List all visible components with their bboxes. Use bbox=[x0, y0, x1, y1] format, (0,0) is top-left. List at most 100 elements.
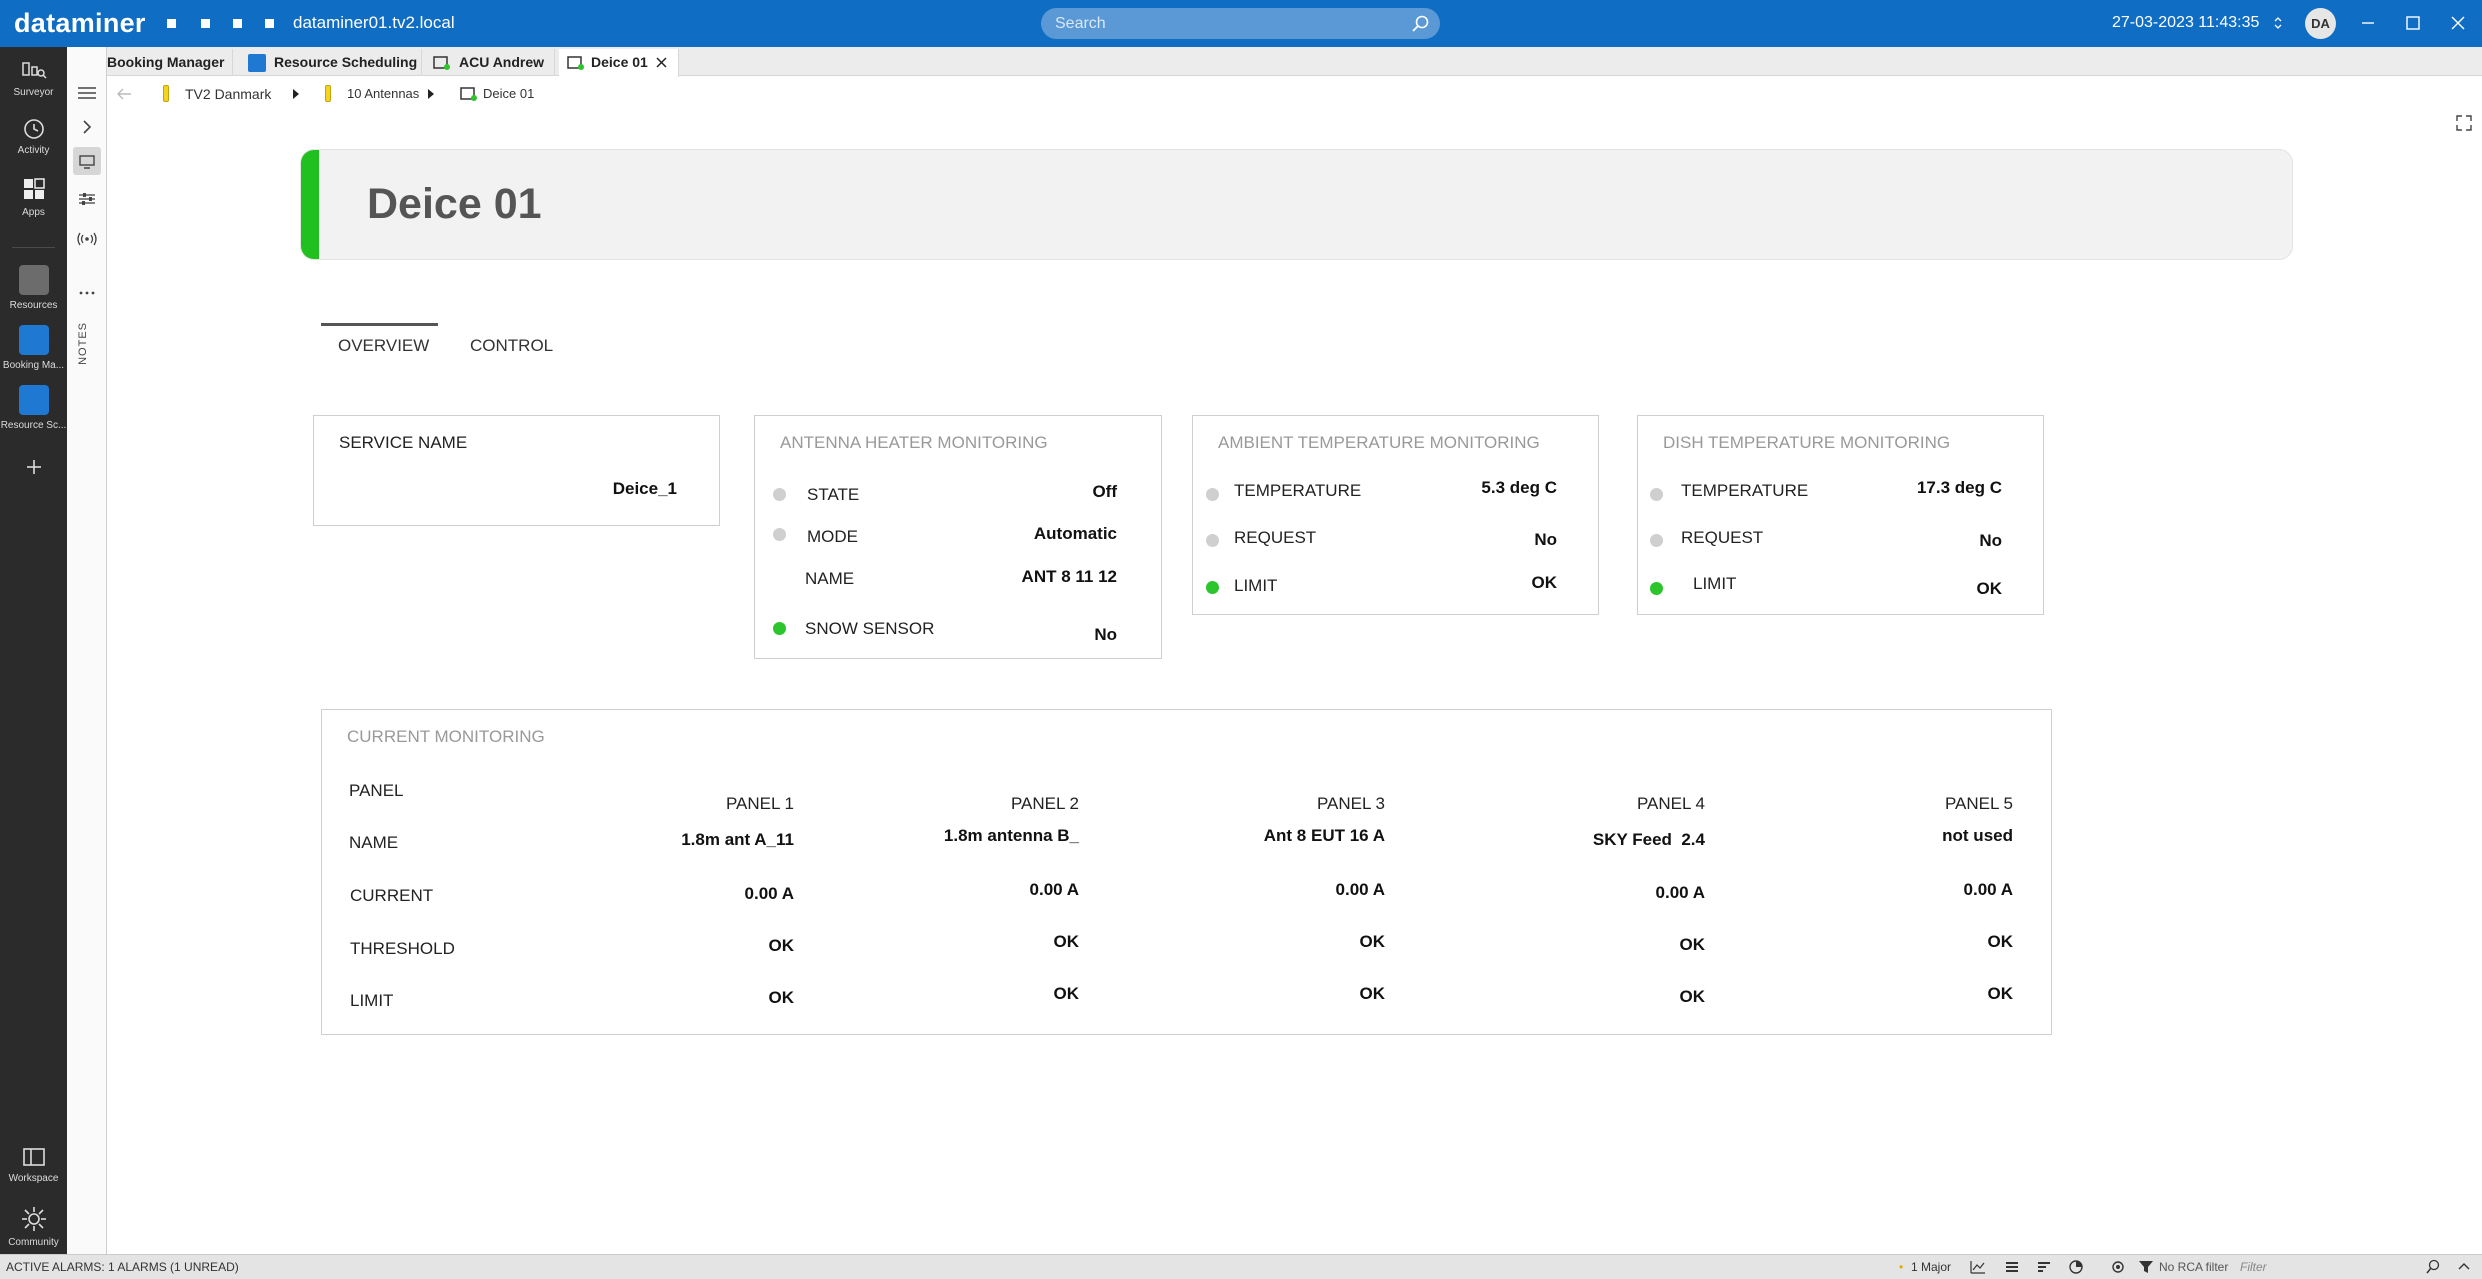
panel-1-current: 0.00 A bbox=[744, 884, 794, 903]
timeline-icon[interactable] bbox=[2036, 1259, 2052, 1275]
panel-2-header: PANEL 2 bbox=[1010, 794, 1079, 813]
limit-label: LIMIT bbox=[1693, 574, 1737, 593]
temperature-label: TEMPERATURE bbox=[1681, 481, 1809, 500]
maximize-icon[interactable] bbox=[2393, 6, 2433, 40]
quick-access-dot-4[interactable] bbox=[265, 19, 274, 28]
tab-label: Deice 01 bbox=[591, 54, 648, 70]
state-label: STATE bbox=[807, 485, 860, 504]
rail-label: Community bbox=[8, 1237, 59, 1248]
rail-label: Resource Sc... bbox=[0, 420, 67, 431]
service-name-card: SERVICE NAME Deice_1 bbox=[313, 415, 720, 526]
temperature-led bbox=[1206, 488, 1219, 501]
breadcrumb-item-deice-01[interactable]: Deice 01 bbox=[483, 86, 534, 101]
user-avatar[interactable]: DA bbox=[2305, 8, 2336, 39]
tab-acu-andrew[interactable]: ACU Andrew bbox=[425, 49, 555, 76]
search-icon[interactable] bbox=[1410, 14, 1430, 34]
plus-icon bbox=[26, 460, 41, 474]
quick-access-dot-1[interactable] bbox=[167, 19, 176, 28]
limit-led bbox=[1206, 581, 1219, 594]
card-view-icon[interactable] bbox=[73, 147, 101, 175]
mode-value: Automatic bbox=[1033, 524, 1117, 543]
quick-access-dot-3[interactable] bbox=[233, 19, 242, 28]
quick-access-dot-2[interactable] bbox=[201, 19, 210, 28]
view-icon bbox=[163, 85, 169, 102]
filter-icon[interactable] bbox=[2138, 1259, 2154, 1275]
panel-2-threshold: OK bbox=[1053, 932, 1080, 951]
more-icon[interactable] bbox=[73, 279, 101, 307]
minimize-icon[interactable] bbox=[2348, 6, 2388, 40]
breadcrumb-item-tv2-danmark[interactable]: TV2 Danmark bbox=[185, 86, 271, 102]
rail-label: Booking Ma... bbox=[2, 360, 65, 371]
settings-icon[interactable] bbox=[2110, 1259, 2126, 1275]
notes-panel-toggle[interactable]: NOTES bbox=[77, 322, 89, 365]
close-icon[interactable] bbox=[655, 56, 668, 69]
breadcrumb-item-10-antennas[interactable]: 10 Antennas bbox=[347, 86, 419, 101]
request-led bbox=[1206, 534, 1219, 547]
rail-item-community[interactable]: Community bbox=[0, 1205, 67, 1248]
name-row-label: NAME bbox=[349, 833, 399, 852]
rail-item-resources[interactable]: Resources bbox=[0, 265, 67, 311]
community-icon bbox=[21, 1207, 46, 1231]
rail-item-booking-manager[interactable]: Booking Ma... bbox=[0, 325, 67, 371]
active-alarms-summary[interactable]: ACTIVE ALARMS: 1 ALARMS (1 UNREAD) bbox=[6, 1260, 239, 1274]
limit-row-label: LIMIT bbox=[350, 991, 394, 1010]
chevron-right-icon[interactable] bbox=[73, 113, 101, 141]
snow-sensor-label: SNOW SENSOR bbox=[805, 619, 935, 638]
panel-4-current: 0.00 A bbox=[1655, 883, 1705, 902]
rail-item-add[interactable] bbox=[0, 455, 67, 483]
request-label: REQUEST bbox=[1681, 528, 1764, 547]
panel-4-limit: OK bbox=[1679, 987, 1706, 1006]
apps-grid-icon bbox=[23, 178, 45, 199]
major-alarm-count[interactable]: 1 Major bbox=[1911, 1260, 1951, 1274]
close-window-icon[interactable] bbox=[2438, 6, 2478, 40]
panel-5-current: 0.00 A bbox=[1963, 880, 2013, 899]
search-box[interactable] bbox=[1041, 8, 1440, 39]
tab-control[interactable]: CONTROL bbox=[470, 336, 553, 356]
rail-item-apps[interactable]: Apps bbox=[0, 177, 67, 218]
tab-bar: Booking Manager Resource Scheduling ACU … bbox=[67, 47, 2482, 77]
fullscreen-icon[interactable] bbox=[2455, 114, 2473, 132]
search-input[interactable] bbox=[1055, 12, 1385, 35]
list-icon[interactable] bbox=[2004, 1259, 2020, 1275]
sort-arrows-icon[interactable] bbox=[2273, 13, 2283, 33]
hamburger-menu-icon[interactable] bbox=[73, 79, 101, 107]
temperature-led bbox=[1650, 488, 1663, 501]
panel-row-label: PANEL bbox=[349, 781, 404, 800]
signal-icon[interactable] bbox=[73, 225, 101, 253]
rail-item-workspace[interactable]: Workspace bbox=[0, 1145, 67, 1184]
sliders-icon[interactable] bbox=[73, 185, 101, 213]
card-title: CURRENT MONITORING bbox=[347, 727, 545, 746]
rail-item-resource-scheduling[interactable]: Resource Sc... bbox=[0, 385, 67, 431]
panel-4-name: SKY Feed 2.4 bbox=[1592, 830, 1705, 849]
pie-chart-icon[interactable] bbox=[2068, 1259, 2084, 1275]
rail-label: Apps bbox=[22, 207, 45, 218]
chevron-right-icon[interactable] bbox=[293, 89, 299, 99]
panel-1-limit: OK bbox=[768, 988, 795, 1007]
tab-overview[interactable]: OVERVIEW bbox=[338, 336, 429, 356]
panel-3-current: 0.00 A bbox=[1335, 880, 1385, 899]
rail-separator bbox=[12, 247, 55, 248]
alarm-filter-input[interactable] bbox=[2240, 1257, 2440, 1277]
status-bar: ACTIVE ALARMS: 1 ALARMS (1 UNREAD) • 1 M… bbox=[0, 1254, 2482, 1279]
element-icon bbox=[567, 56, 584, 70]
temperature-label: TEMPERATURE bbox=[1234, 481, 1362, 500]
temperature-value: 5.3 deg C bbox=[1481, 478, 1557, 497]
rca-filter-status[interactable]: No RCA filter bbox=[2159, 1260, 2228, 1274]
request-value: No bbox=[1534, 530, 1557, 549]
back-arrow-icon[interactable] bbox=[113, 83, 135, 105]
limit-led bbox=[1650, 582, 1663, 595]
side-strip: NOTES bbox=[67, 47, 107, 1254]
tab-deice-01[interactable]: Deice 01 bbox=[559, 49, 679, 77]
chevron-right-icon[interactable] bbox=[428, 89, 434, 99]
chevron-up-icon[interactable] bbox=[2456, 1259, 2472, 1275]
rail-item-surveyor[interactable]: Surveyor bbox=[0, 59, 67, 98]
search-icon[interactable] bbox=[2425, 1259, 2441, 1275]
snow-sensor-value: No bbox=[1094, 625, 1117, 644]
trend-icon[interactable] bbox=[1970, 1259, 1986, 1275]
panel-5-limit: OK bbox=[1987, 984, 2014, 1003]
resource-scheduling-icon bbox=[248, 54, 266, 72]
rail-label: Surveyor bbox=[13, 87, 54, 98]
tab-resource-scheduling[interactable]: Resource Scheduling bbox=[240, 49, 422, 76]
rail-item-activity[interactable]: Activity bbox=[0, 117, 67, 156]
panel-2-limit: OK bbox=[1053, 984, 1080, 1003]
